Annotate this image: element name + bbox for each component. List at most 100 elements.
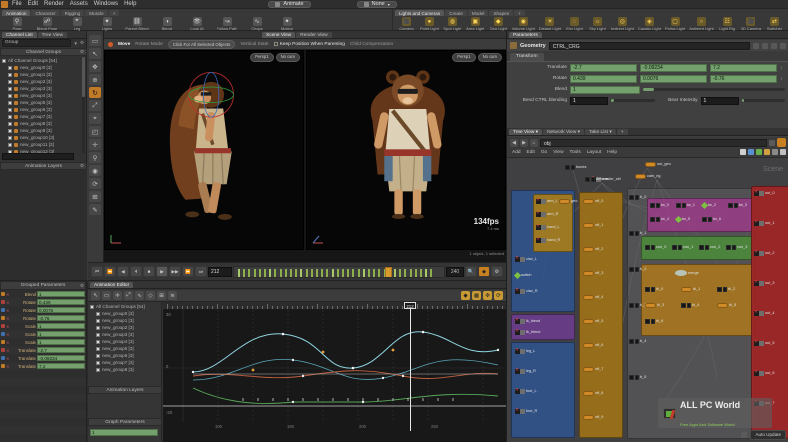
keyframe-tick[interactable]	[290, 268, 292, 277]
tool-mode[interactable]: Rotate Mode	[135, 42, 162, 47]
channel-value-field[interactable]: -2.7	[37, 346, 85, 354]
tab-render-view[interactable]: Render View	[296, 32, 332, 38]
play-reverse-button[interactable]: ⏴	[130, 266, 142, 277]
network-node[interactable]: b_1	[629, 230, 646, 236]
align-icon[interactable]: ✜	[483, 291, 492, 300]
shelf-tool-pose[interactable]: ⚲ Pose	[4, 17, 30, 31]
checkbox-icon[interactable]	[8, 121, 12, 126]
ae-param-field[interactable]: 1	[90, 429, 158, 436]
tree-item[interactable]: new_group3 [3]	[0, 85, 82, 92]
checkbox-icon[interactable]	[8, 93, 12, 98]
keyframe-tick[interactable]	[284, 268, 287, 277]
keyframe-tick[interactable]	[357, 268, 360, 277]
shelf-tool-caustic-light[interactable]: ◈ Caustic Light	[638, 17, 661, 31]
menu-help[interactable]: Help	[124, 1, 136, 7]
channel-filter-field[interactable]	[2, 153, 74, 160]
ae-tree-item[interactable]: new_group3 [3]	[88, 331, 161, 338]
checkbox-icon[interactable]	[8, 142, 12, 147]
checkbox-icon[interactable]	[96, 360, 100, 365]
grouped-param-row[interactable]: ✕ Rotate -0.76	[0, 314, 86, 322]
shelf-tab-model[interactable]: Model	[467, 10, 489, 16]
channel-value-field[interactable]: 0.439	[37, 298, 85, 306]
network-node[interactable]: tw_1	[676, 202, 695, 208]
key-button[interactable]: ◆	[478, 266, 490, 277]
remove-channel-icon[interactable]: ✕	[6, 308, 11, 313]
ae-tree-item[interactable]: new_group1 [3]	[88, 317, 161, 324]
network-node[interactable]: bl_0	[645, 286, 663, 292]
network-node[interactable]: off_8	[583, 390, 603, 396]
keyframe-tick[interactable]	[352, 268, 355, 277]
network-node[interactable]: arm_R	[536, 210, 558, 217]
network-node[interactable]: switch	[513, 271, 532, 279]
gear-icon[interactable]	[780, 42, 786, 49]
scale-keys-icon[interactable]: ⤢	[124, 291, 133, 300]
keyframe-tick[interactable]	[238, 268, 240, 277]
network-node[interactable]: out_6	[754, 369, 775, 376]
network-node[interactable]: out_geo	[645, 161, 671, 167]
network-node[interactable]: con_1	[672, 244, 693, 250]
network-node[interactable]: bl_2	[717, 286, 735, 292]
param-field[interactable]: -0.76	[710, 74, 777, 83]
network-node[interactable]: clav_L	[515, 255, 537, 262]
keyframe-tick[interactable]	[258, 268, 261, 277]
checkbox-icon[interactable]	[96, 325, 100, 330]
move-tool-icon[interactable]: ⊕	[89, 74, 101, 85]
shelf-tool-volume-light[interactable]: ◉ Volume Light	[512, 17, 535, 31]
tree-item[interactable]: new_group0 [3]	[0, 64, 82, 71]
remove-channel-icon[interactable]: ✕	[6, 348, 11, 353]
rotate-tool-icon[interactable]: ↻	[89, 87, 101, 98]
network-node[interactable]: b_3	[629, 302, 646, 308]
table-icon[interactable]: ▦	[472, 291, 481, 300]
network-node[interactable]: out_3	[754, 279, 775, 286]
keyframe-tick[interactable]	[347, 268, 350, 277]
shelf-tab-+[interactable]: +	[514, 10, 525, 16]
next-key-button[interactable]: ⏩	[182, 266, 194, 277]
network-node[interactable]: hand_L	[536, 223, 560, 230]
network-node[interactable]: merge	[675, 270, 699, 276]
param-slider[interactable]	[611, 99, 655, 102]
shelf-tool-geo-light[interactable]: ◆ Geo Light	[489, 17, 508, 31]
ae-tree-item[interactable]: new_group7 [3]	[88, 359, 161, 366]
param-slider[interactable]	[643, 88, 785, 91]
shelf-tool-area-light[interactable]: ▣ Area Light	[466, 17, 485, 31]
viewport-persp[interactable]: Persp1 No cam 134fps 7.4 ms	[306, 50, 506, 250]
shelf-tool-sky-light[interactable]: ☼ Sky Light	[588, 17, 607, 31]
net-toolbar-icon[interactable]	[748, 149, 754, 155]
keyframe-tick[interactable]	[274, 268, 277, 277]
bookmark-icon[interactable]	[769, 139, 775, 146]
net-toolbar-icon[interactable]	[756, 149, 762, 155]
checkbox-icon[interactable]	[8, 72, 12, 77]
ae-tree-item[interactable]: new_group6 [3]	[88, 352, 161, 359]
net-menu-go[interactable]: Go	[541, 150, 547, 155]
tab-tree-view[interactable]: Tree View	[37, 32, 68, 38]
shelf-tool-blend[interactable]: ◑ Blend	[154, 17, 180, 31]
gear-icon[interactable]: ⚙	[80, 49, 84, 55]
tree-item[interactable]: new_group1 [3]	[0, 71, 82, 78]
keyframe-tick[interactable]	[243, 268, 246, 277]
shelf-tool-portal-light[interactable]: ▢ Portal Light	[665, 17, 685, 31]
network-node[interactable]: leg_L	[515, 347, 535, 354]
channel-value-field[interactable]: 7.2	[37, 362, 85, 370]
network-node[interactable]: out_1	[754, 219, 775, 226]
camera-pill[interactable]: Persp1	[250, 53, 274, 62]
forward-icon[interactable]: ▶	[520, 138, 528, 147]
net-menu-view[interactable]: View	[553, 150, 563, 155]
transform-section-tab[interactable]: Transform	[510, 53, 544, 61]
timeline-playhead[interactable]	[385, 266, 393, 277]
keyframe-tick[interactable]	[430, 268, 433, 277]
tab-new[interactable]: +	[616, 129, 628, 135]
keyframe-tick[interactable]	[326, 268, 329, 277]
tree-root[interactable]: All Channel Groups [54]	[0, 57, 82, 64]
shelf-tool-follow-path[interactable]: ↝ Follow Path	[214, 17, 240, 31]
ae-tree-root[interactable]: All Channel Groups [54]	[88, 303, 161, 310]
tab-tree-view[interactable]: Tree View ▾	[509, 129, 543, 135]
back-icon[interactable]: ◀	[510, 138, 518, 147]
network-node[interactable]: foot_R	[515, 407, 537, 414]
network-path-field[interactable]: obj	[540, 138, 767, 147]
grouped-param-row[interactable]: ✕ Translate 7.2	[0, 362, 86, 370]
network-node[interactable]: off_1	[583, 222, 603, 228]
prev-frame-button[interactable]: ◀	[117, 266, 129, 277]
channel-value-field[interactable]: 0.0076	[37, 306, 85, 314]
menu-file[interactable]: File	[12, 1, 22, 7]
animation-graph[interactable]: 20 0 -20 100 150 200 250 212	[163, 302, 506, 442]
